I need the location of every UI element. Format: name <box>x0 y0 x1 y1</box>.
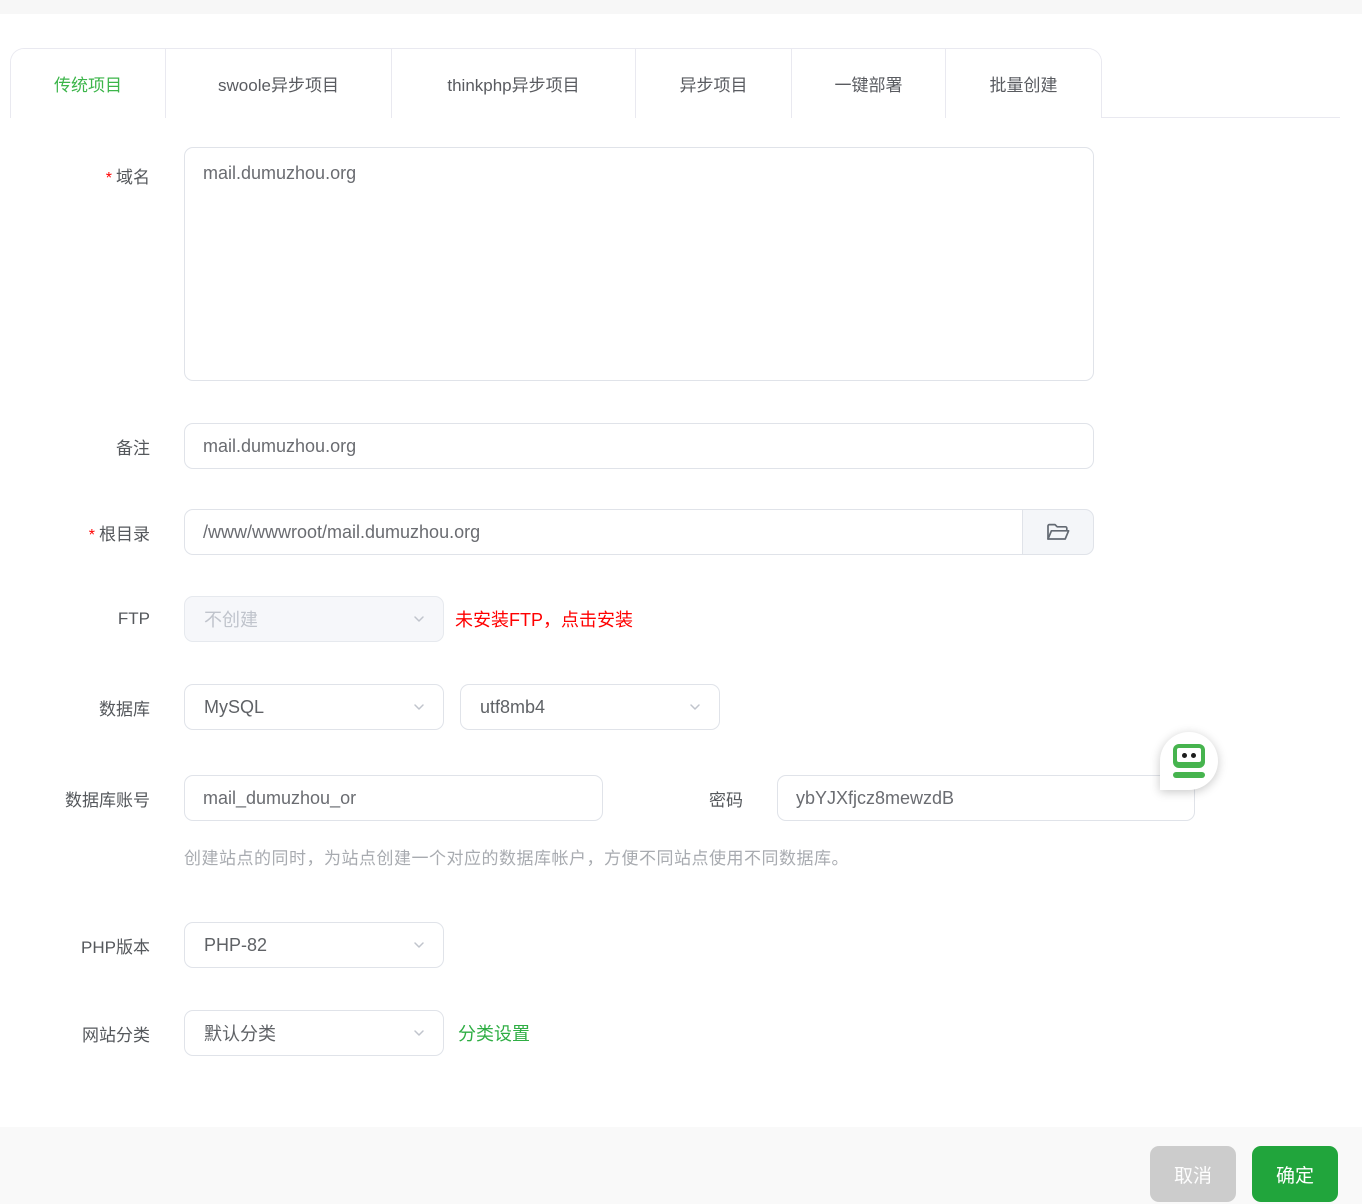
root-dir-input-group <box>184 509 1094 555</box>
required-asterisk: * <box>88 526 95 544</box>
site-category-value: 默认分类 <box>204 1024 276 1044</box>
confirm-button[interactable]: 确定 <box>1251 1146 1338 1202</box>
tabbar-filler <box>1102 48 1340 118</box>
database-label: 数据库 <box>99 699 150 719</box>
tab-thinkphp-async-project[interactable]: thinkphp异步项目 <box>391 49 635 118</box>
site-category-label: 网站分类 <box>82 1025 150 1045</box>
chevron-down-icon <box>414 942 424 948</box>
form-row-php-version: PHP版本 PHP-82 <box>40 922 1340 968</box>
form-row-database: 数据库 MySQL utf8mb4 <box>40 684 1340 730</box>
project-type-tabs: 传统项目 swoole异步项目 thinkphp异步项目 异步项目 一键部署 批… <box>10 48 1102 118</box>
dialog-footer: 取消 确定 <box>0 1127 1362 1204</box>
tab-traditional-project[interactable]: 传统项目 <box>11 49 165 118</box>
roboform-icon[interactable] <box>1160 732 1218 790</box>
root-dir-input[interactable] <box>184 509 1022 555</box>
robot-head-icon <box>1173 744 1205 768</box>
db-account-label: 数据库账号 <box>65 790 150 810</box>
chevron-down-icon <box>414 616 424 622</box>
create-site-dialog: 传统项目 swoole异步项目 thinkphp异步项目 异步项目 一键部署 批… <box>0 0 1362 1204</box>
domain-label: * 域名 <box>105 168 150 187</box>
form-row-root-dir: * 根目录 <box>40 509 1340 555</box>
project-type-tabbar: 传统项目 swoole异步项目 thinkphp异步项目 异步项目 一键部署 批… <box>10 48 1340 118</box>
form-row-ftp: FTP 不创建 未安装FTP，点击安装 <box>40 596 1340 642</box>
php-version-select[interactable]: PHP-82 <box>184 922 444 968</box>
browse-directory-button[interactable] <box>1022 509 1094 555</box>
chevron-down-icon <box>690 704 700 710</box>
create-site-form: *域名 mail.dumuzhou.org 备注 *根目录 FT <box>40 147 1340 1056</box>
db-password-label: 密码 <box>709 790 743 810</box>
form-row-domain: * 域名 mail.dumuzhou.org <box>40 147 1340 381</box>
tab-one-click-deploy[interactable]: 一键部署 <box>791 49 945 118</box>
database-charset-select[interactable]: utf8mb4 <box>460 684 720 730</box>
root-dir-label: * 根目录 <box>88 524 150 544</box>
php-version-label: PHP版本 <box>81 937 150 957</box>
database-type-select[interactable]: MySQL <box>184 684 444 730</box>
tab-swoole-async-project[interactable]: swoole异步项目 <box>165 49 391 118</box>
form-row-db-account: 数据库账号 密码 <box>40 775 1340 821</box>
php-version-value: PHP-82 <box>204 934 268 955</box>
ftp-select-value: 不创建 <box>204 610 258 630</box>
note-input[interactable] <box>184 423 1094 469</box>
form-row-note: 备注 <box>40 423 1340 469</box>
form-row-site-category: 网站分类 默认分类 分类设置 <box>40 1010 1340 1056</box>
top-strip <box>0 0 1362 14</box>
ftp-label: FTP <box>117 609 150 628</box>
database-charset-value: utf8mb4 <box>480 696 546 717</box>
robot-face <box>1177 748 1201 762</box>
robot-eye <box>1191 752 1196 758</box>
tab-async-project[interactable]: 异步项目 <box>635 49 791 118</box>
folder-open-icon <box>1047 523 1070 540</box>
cancel-button[interactable]: 取消 <box>1149 1146 1236 1202</box>
robot-base <box>1173 772 1205 778</box>
db-password-input[interactable] <box>777 775 1195 821</box>
ftp-select[interactable]: 不创建 <box>184 596 444 642</box>
db-account-input[interactable] <box>184 775 603 821</box>
chevron-down-icon <box>414 704 424 710</box>
domain-textarea[interactable]: mail.dumuzhou.org <box>184 147 1094 381</box>
ftp-install-warning-link[interactable]: 未安装FTP，点击安装 <box>455 606 633 632</box>
site-category-select[interactable]: 默认分类 <box>184 1010 444 1056</box>
chevron-down-icon <box>414 1030 424 1036</box>
category-settings-link[interactable]: 分类设置 <box>458 1020 530 1046</box>
database-type-value: MySQL <box>204 696 265 717</box>
note-label: 备注 <box>116 438 150 458</box>
db-account-hint: 创建站点的同时，为站点创建一个对应的数据库帐户，方便不同站点使用不同数据库。 <box>184 849 849 868</box>
tab-batch-create[interactable]: 批量创建 <box>945 49 1101 118</box>
robot-eye <box>1182 752 1187 758</box>
required-asterisk: * <box>105 170 112 187</box>
